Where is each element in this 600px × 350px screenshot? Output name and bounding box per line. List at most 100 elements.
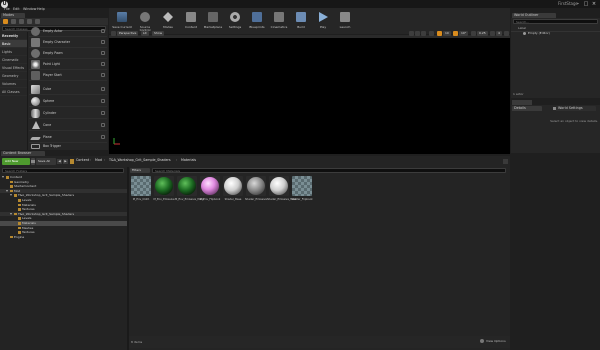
menu-file[interactable]: File	[4, 7, 10, 11]
place-mode-icon[interactable]	[3, 19, 8, 24]
viewport-options-icon[interactable]	[111, 31, 116, 36]
grid-snap-icon[interactable]	[437, 31, 442, 36]
tab-world-settings[interactable]: World Settings	[556, 106, 596, 111]
tab-details[interactable]: Details	[512, 106, 542, 111]
geometry-mode-icon[interactable]	[35, 19, 40, 24]
asset-tile[interactable]: M_Env_Emissive	[153, 176, 175, 207]
info-icon[interactable]	[101, 29, 105, 33]
asset-tile[interactable]: Shader_Emissive_Mask	[267, 176, 297, 207]
asset-tile[interactable]: M_Env_Emissive_Mask	[175, 176, 204, 207]
perspective-button[interactable]: Perspective	[117, 31, 139, 36]
breadcrumb-content[interactable]: Content	[76, 158, 89, 162]
settings-button[interactable]: Settings	[224, 9, 246, 35]
place-item-sphere[interactable]: Sphere	[29, 96, 107, 107]
outliner-item[interactable]: Empty (Editor)	[528, 31, 550, 35]
asset-tile[interactable]: M_Env_Flipbook	[200, 176, 220, 207]
view-options-button[interactable]: View Options	[486, 340, 506, 343]
folder-row[interactable]: Engine	[0, 235, 127, 240]
lit-button[interactable]: Lit	[141, 31, 149, 36]
breadcrumb-materials[interactable]: Materials	[181, 158, 196, 162]
place-item-point-light[interactable]: Point Light	[29, 59, 107, 70]
info-icon[interactable]	[101, 73, 105, 77]
category-lights[interactable]: Lights	[0, 48, 27, 56]
world-local-icon[interactable]	[429, 31, 434, 36]
folder-search-input[interactable]: Search Folders	[2, 168, 124, 173]
place-item-player-start[interactable]: Player Start	[29, 70, 107, 81]
filters-button[interactable]: Filters	[130, 168, 150, 173]
landscape-mode-icon[interactable]	[19, 19, 24, 24]
maximize-viewport-icon[interactable]	[504, 31, 509, 36]
camera-speed-value[interactable]: 4	[496, 31, 502, 36]
show-button[interactable]: Show	[152, 31, 165, 36]
menu-window[interactable]: Window	[23, 7, 36, 11]
expand-arrow-icon[interactable]	[10, 212, 12, 215]
menu-help[interactable]: Help	[37, 7, 45, 11]
scale-snap-value[interactable]: 0.25	[477, 31, 488, 36]
info-icon[interactable]	[101, 87, 105, 91]
place-item-cone[interactable]: Cone	[29, 120, 107, 131]
play-button[interactable]: Play	[312, 9, 334, 35]
info-icon[interactable]	[101, 111, 105, 115]
history-back-icon[interactable]: ◀	[57, 159, 62, 164]
close-icon[interactable]: ×	[591, 1, 597, 7]
maximize-icon[interactable]: □	[583, 1, 589, 7]
category-volumes[interactable]: Volumes	[0, 80, 27, 88]
lock-icon[interactable]	[503, 159, 508, 164]
foliage-mode-icon[interactable]	[27, 19, 32, 24]
save-all-button[interactable]: Save All	[36, 158, 56, 165]
grid-snap-value[interactable]: 10	[443, 31, 451, 36]
breadcrumb-mod[interactable]: Mod	[95, 158, 102, 162]
category-geometry[interactable]: Geometry	[0, 72, 27, 80]
info-icon[interactable]	[101, 135, 105, 139]
category-recently-placed[interactable]: Recently Placed	[0, 32, 27, 46]
add-new-button[interactable]: Add New	[2, 158, 30, 165]
expand-arrow-icon[interactable]	[6, 189, 8, 192]
asset-tile[interactable]: M_Env_Cloth	[131, 176, 151, 207]
info-icon[interactable]	[101, 40, 105, 44]
info-icon[interactable]	[101, 62, 105, 66]
level-viewport[interactable]	[109, 38, 510, 154]
build-button[interactable]: Build	[290, 9, 312, 35]
translate-icon[interactable]	[409, 31, 414, 36]
scale-snap-icon[interactable]	[471, 31, 476, 36]
marketplace-button[interactable]: Marketplace	[202, 9, 224, 35]
expand-arrow-icon[interactable]	[2, 176, 4, 178]
place-item-empty-character[interactable]: Empty Character	[29, 37, 107, 48]
place-item-box-trigger[interactable]: Box Trigger	[29, 143, 107, 150]
paint-mode-icon[interactable]	[11, 19, 16, 24]
category-basic[interactable]: Basic	[0, 40, 27, 48]
place-item-plane[interactable]: Plane	[29, 132, 107, 143]
camera-speed-icon[interactable]	[490, 31, 495, 36]
place-item-cylinder[interactable]: Cylinder	[29, 108, 107, 119]
category-cinematic[interactable]: Cinematic	[0, 56, 27, 64]
place-item-cube[interactable]: Cube	[29, 84, 107, 95]
history-forward-icon[interactable]: ▶	[63, 159, 68, 164]
outliner-column-label[interactable]: Label	[518, 27, 526, 30]
minimize-icon[interactable]: –	[575, 1, 581, 7]
expand-arrow-icon[interactable]	[10, 194, 12, 197]
rotation-snap-value[interactable]: 10°	[459, 31, 469, 36]
category-all-classes[interactable]: All Classes	[0, 88, 27, 96]
import-button[interactable]	[31, 158, 35, 165]
asset-tile[interactable]: Shader_Emissive	[245, 176, 267, 207]
tree-splitter[interactable]	[127, 167, 129, 350]
asset-tile[interactable]: Shader_Base	[223, 176, 243, 207]
place-item-empty-actor[interactable]: Empty Actor	[29, 26, 107, 37]
content-button[interactable]: Content	[180, 9, 202, 35]
rotation-snap-icon[interactable]	[453, 31, 458, 36]
info-icon[interactable]	[101, 99, 105, 103]
breadcrumb-shaders-folder[interactable]: T&A_Workshop_Grit_Sample_Shaders	[109, 158, 171, 162]
cinematics-button[interactable]: Cinematics	[268, 9, 290, 35]
outliner-search-input[interactable]: Search...	[513, 19, 598, 24]
launch-button[interactable]: Launch	[334, 9, 356, 35]
rotate-icon[interactable]	[415, 31, 420, 36]
menu-edit[interactable]: Edit	[13, 7, 20, 11]
info-icon[interactable]	[101, 51, 105, 55]
info-icon[interactable]	[101, 123, 105, 127]
asset-search-input[interactable]: Search Materials	[152, 168, 506, 173]
place-item-empty-pawn[interactable]: Empty Pawn	[29, 48, 107, 59]
asset-tile[interactable]: Shader_Flipbook	[291, 176, 313, 207]
scale-icon[interactable]	[421, 31, 426, 36]
category-visual-effects[interactable]: Visual Effects	[0, 64, 27, 72]
blueprints-button[interactable]: Blueprints	[246, 9, 268, 35]
